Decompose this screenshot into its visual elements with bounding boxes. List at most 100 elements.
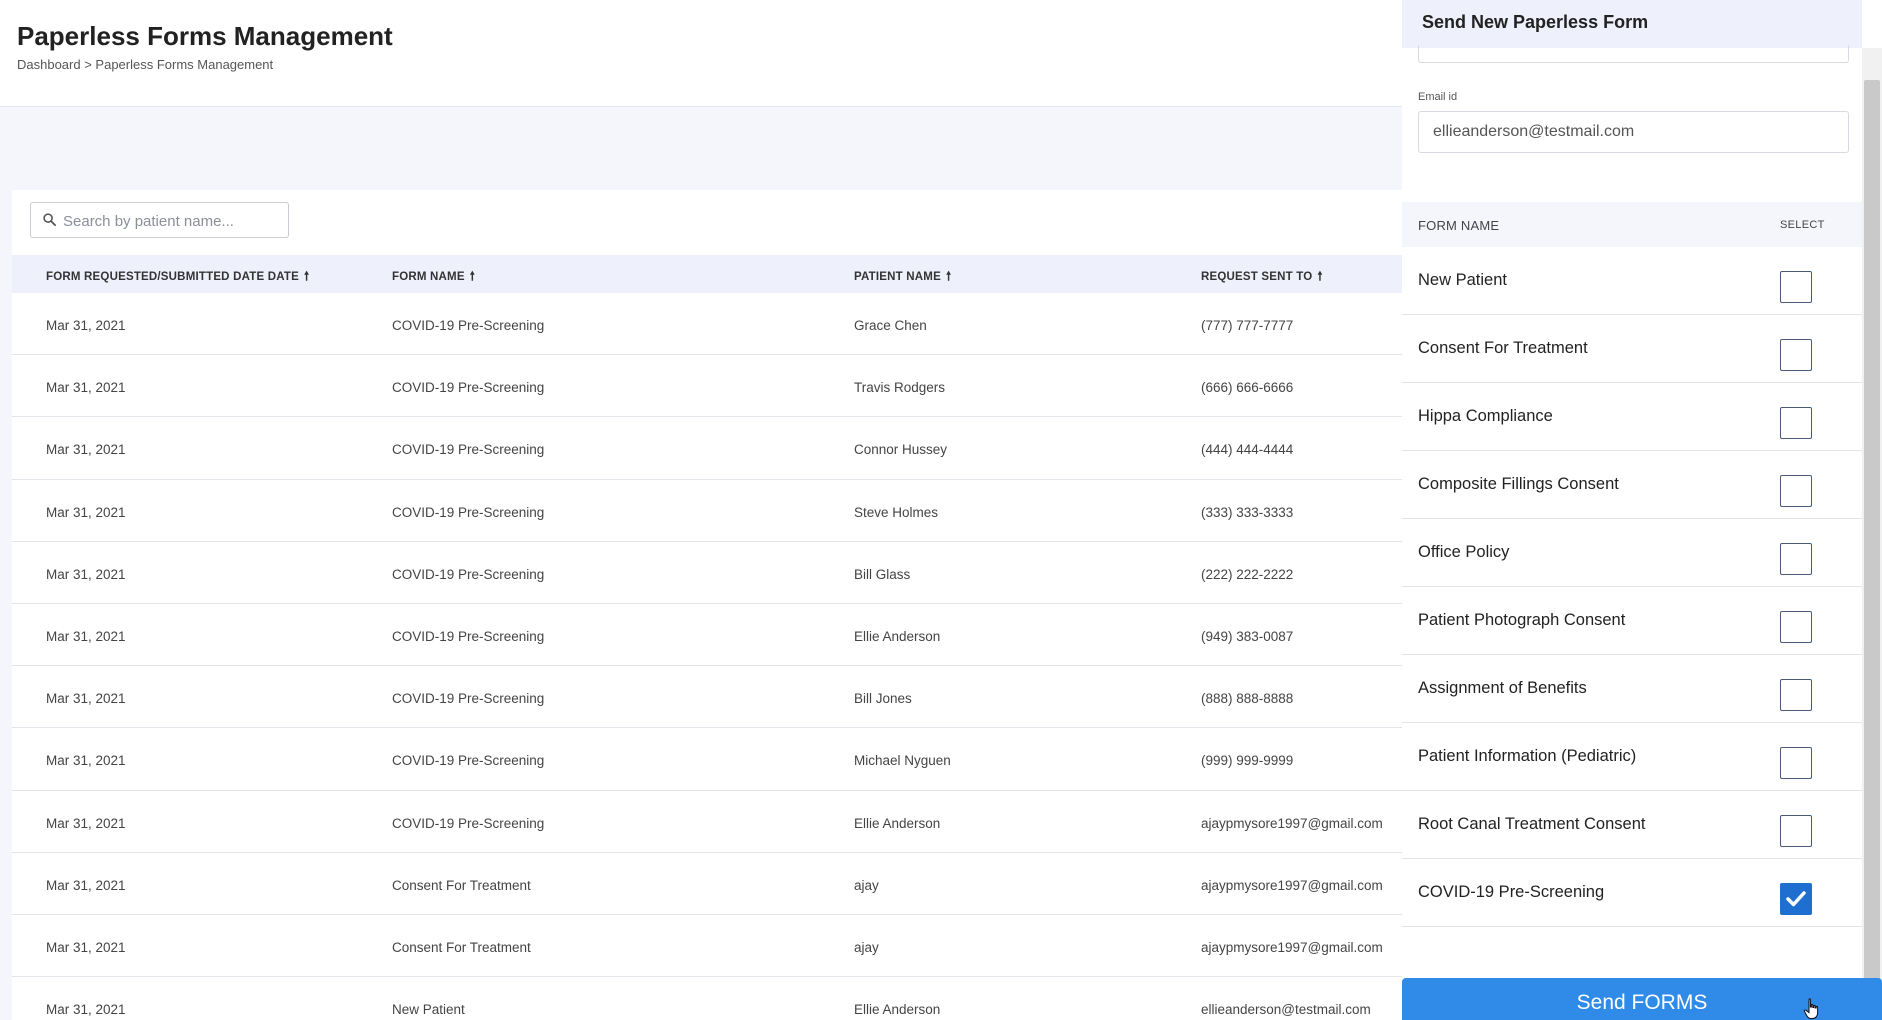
cell-form-name: COVID-19 Pre-Screening bbox=[392, 442, 545, 458]
form-select-checkbox[interactable] bbox=[1780, 339, 1812, 371]
column-header-label: REQUEST SENT TO bbox=[1201, 271, 1313, 283]
cell-patient-name: ajay bbox=[854, 939, 879, 955]
cell-form-name: COVID-19 Pre-Screening bbox=[392, 504, 545, 520]
email-label: Email id bbox=[1418, 91, 1458, 103]
cell-form-name: COVID-19 Pre-Screening bbox=[392, 380, 545, 396]
cell-patient-name: Steve Holmes bbox=[854, 504, 939, 520]
cell-patient-name: Bill Glass bbox=[854, 566, 911, 582]
form-option-label: Patient Information (Pediatric) bbox=[1418, 747, 1637, 765]
sort-arrow-up-icon[interactable]: 🠕 bbox=[304, 267, 309, 288]
column-header-date[interactable]: FORM REQUESTED/SUBMITTED DATE DATE 🠕 bbox=[46, 267, 309, 288]
table-row[interactable]: Mar 31, 2021 COVID-19 Pre-Screening Elli… bbox=[12, 604, 1402, 667]
cell-patient-name: Ellie Anderson bbox=[854, 1002, 941, 1018]
cell-form-name: Consent For Treatment bbox=[392, 877, 531, 893]
cell-sent-to: (222) 222-2222 bbox=[1201, 566, 1294, 582]
table-row[interactable]: Mar 31, 2021 COVID-19 Pre-Screening Conn… bbox=[12, 417, 1402, 480]
search-box[interactable] bbox=[30, 202, 289, 238]
previous-input-field[interactable] bbox=[1418, 45, 1849, 63]
panel-scrollbar[interactable] bbox=[1862, 48, 1882, 1020]
form-select-checkbox[interactable] bbox=[1780, 407, 1812, 439]
form-option-row: Patient Photograph Consent bbox=[1402, 587, 1862, 655]
search-input[interactable] bbox=[63, 209, 283, 233]
page-header: Paperless Forms Management Dashboard > P… bbox=[0, 0, 1402, 107]
form-select-checkbox[interactable] bbox=[1780, 883, 1812, 915]
cell-sent-to: (333) 333-3333 bbox=[1201, 504, 1294, 520]
cell-date: Mar 31, 2021 bbox=[46, 628, 126, 644]
table-row[interactable]: Mar 31, 2021 COVID-19 Pre-Screening Stev… bbox=[12, 480, 1402, 542]
cell-date: Mar 31, 2021 bbox=[46, 566, 126, 582]
form-option-label: Patient Photograph Consent bbox=[1418, 611, 1626, 629]
table-row[interactable]: Mar 31, 2021 COVID-19 Pre-Screening Trav… bbox=[12, 355, 1402, 418]
form-option-label: COVID-19 Pre-Screening bbox=[1418, 883, 1605, 901]
cell-form-name: COVID-19 Pre-Screening bbox=[392, 815, 545, 831]
form-option-label: Consent For Treatment bbox=[1418, 339, 1588, 357]
cell-form-name: COVID-19 Pre-Screening bbox=[392, 691, 545, 707]
search-icon bbox=[43, 213, 56, 226]
form-option-row: Patient Information (Pediatric) bbox=[1402, 723, 1862, 791]
forms-list: New Patient Consent For Treatment Hippa … bbox=[1402, 247, 1862, 927]
form-option-label: Hippa Compliance bbox=[1418, 407, 1553, 425]
cell-form-name: New Patient bbox=[392, 1002, 465, 1018]
table-row[interactable]: Mar 31, 2021 New Patient Ellie Anderson … bbox=[12, 977, 1402, 1020]
cell-sent-to: (444) 444-4444 bbox=[1201, 442, 1294, 458]
form-select-checkbox[interactable] bbox=[1780, 815, 1812, 847]
cell-patient-name: Bill Jones bbox=[854, 691, 912, 707]
checkmark-icon bbox=[1786, 891, 1806, 907]
form-option-row: Composite Fillings Consent bbox=[1402, 451, 1862, 519]
cell-patient-name: Ellie Anderson bbox=[854, 815, 941, 831]
form-option-row: Hippa Compliance bbox=[1402, 383, 1862, 451]
cell-form-name: Consent For Treatment bbox=[392, 939, 531, 955]
forms-list-header: FORM NAME SELECT bbox=[1402, 202, 1862, 247]
cell-sent-to: (888) 888-8888 bbox=[1201, 691, 1294, 707]
table-row[interactable]: Mar 31, 2021 COVID-19 Pre-Screening Grac… bbox=[12, 293, 1402, 356]
column-header-label: PATIENT NAME bbox=[854, 271, 941, 283]
cell-date: Mar 31, 2021 bbox=[46, 877, 126, 893]
form-option-row: New Patient bbox=[1402, 247, 1862, 315]
cell-date: Mar 31, 2021 bbox=[46, 442, 126, 458]
cell-sent-to: (666) 666-6666 bbox=[1201, 380, 1294, 396]
cell-patient-name: Connor Hussey bbox=[854, 442, 948, 458]
form-option-row: Consent For Treatment bbox=[1402, 315, 1862, 383]
column-header-label: FORM REQUESTED/SUBMITTED DATE DATE bbox=[46, 271, 299, 283]
cell-date: Mar 31, 2021 bbox=[46, 939, 126, 955]
form-select-checkbox[interactable] bbox=[1780, 679, 1812, 711]
form-select-checkbox[interactable] bbox=[1780, 543, 1812, 575]
cell-form-name: COVID-19 Pre-Screening bbox=[392, 628, 545, 644]
sort-arrow-up-icon[interactable]: 🠕 bbox=[1317, 267, 1322, 288]
cell-date: Mar 31, 2021 bbox=[46, 504, 126, 520]
page-title: Paperless Forms Management bbox=[17, 21, 393, 51]
cell-sent-to: (999) 999-9999 bbox=[1201, 753, 1294, 769]
sort-arrow-up-icon[interactable]: 🠕 bbox=[470, 267, 475, 288]
cell-sent-to: ajaypmysore1997@gmail.com bbox=[1201, 877, 1383, 893]
sort-arrow-up-icon[interactable]: 🠕 bbox=[946, 267, 951, 288]
column-header-request-sent-to[interactable]: REQUEST SENT TO 🠕 bbox=[1201, 267, 1323, 288]
scrollbar-thumb[interactable] bbox=[1864, 80, 1880, 1020]
hand-pointer-cursor-icon bbox=[1803, 998, 1819, 1019]
cell-sent-to: ajaypmysore1997@gmail.com bbox=[1201, 815, 1383, 831]
cell-patient-name: ajay bbox=[854, 877, 879, 893]
breadcrumb[interactable]: Dashboard > Paperless Forms Management bbox=[17, 57, 273, 72]
form-option-label: Assignment of Benefits bbox=[1418, 679, 1587, 697]
cell-date: Mar 31, 2021 bbox=[46, 815, 126, 831]
form-select-checkbox[interactable] bbox=[1780, 611, 1812, 643]
form-select-checkbox[interactable] bbox=[1780, 747, 1812, 779]
cell-form-name: COVID-19 Pre-Screening bbox=[392, 566, 545, 582]
form-select-checkbox[interactable] bbox=[1780, 475, 1812, 507]
table-row[interactable]: Mar 31, 2021 COVID-19 Pre-Screening Bill… bbox=[12, 666, 1402, 729]
cell-date: Mar 31, 2021 bbox=[46, 318, 126, 333]
cell-date: Mar 31, 2021 bbox=[46, 691, 126, 707]
table-row[interactable]: Mar 31, 2021 COVID-19 Pre-Screening Elli… bbox=[12, 791, 1402, 853]
email-field[interactable] bbox=[1418, 111, 1849, 153]
table-row[interactable]: Mar 31, 2021 COVID-19 Pre-Screening Bill… bbox=[12, 542, 1402, 604]
cell-patient-name: Michael Nyguen bbox=[854, 753, 951, 769]
form-select-checkbox[interactable] bbox=[1780, 271, 1812, 303]
cell-patient-name: Ellie Anderson bbox=[854, 628, 941, 644]
column-header-form-name[interactable]: FORM NAME 🠕 bbox=[392, 267, 475, 288]
table-row[interactable]: Mar 31, 2021 Consent For Treatment ajay … bbox=[12, 853, 1402, 915]
cell-sent-to: ajaypmysore1997@gmail.com bbox=[1201, 939, 1383, 955]
cell-sent-to: (949) 383-0087 bbox=[1201, 628, 1294, 644]
table-row[interactable]: Mar 31, 2021 COVID-19 Pre-Screening Mich… bbox=[12, 728, 1402, 791]
column-header-patient-name[interactable]: PATIENT NAME 🠕 bbox=[854, 267, 951, 288]
table-row[interactable]: Mar 31, 2021 Consent For Treatment ajay … bbox=[12, 915, 1402, 978]
form-option-row: Root Canal Treatment Consent bbox=[1402, 791, 1862, 859]
